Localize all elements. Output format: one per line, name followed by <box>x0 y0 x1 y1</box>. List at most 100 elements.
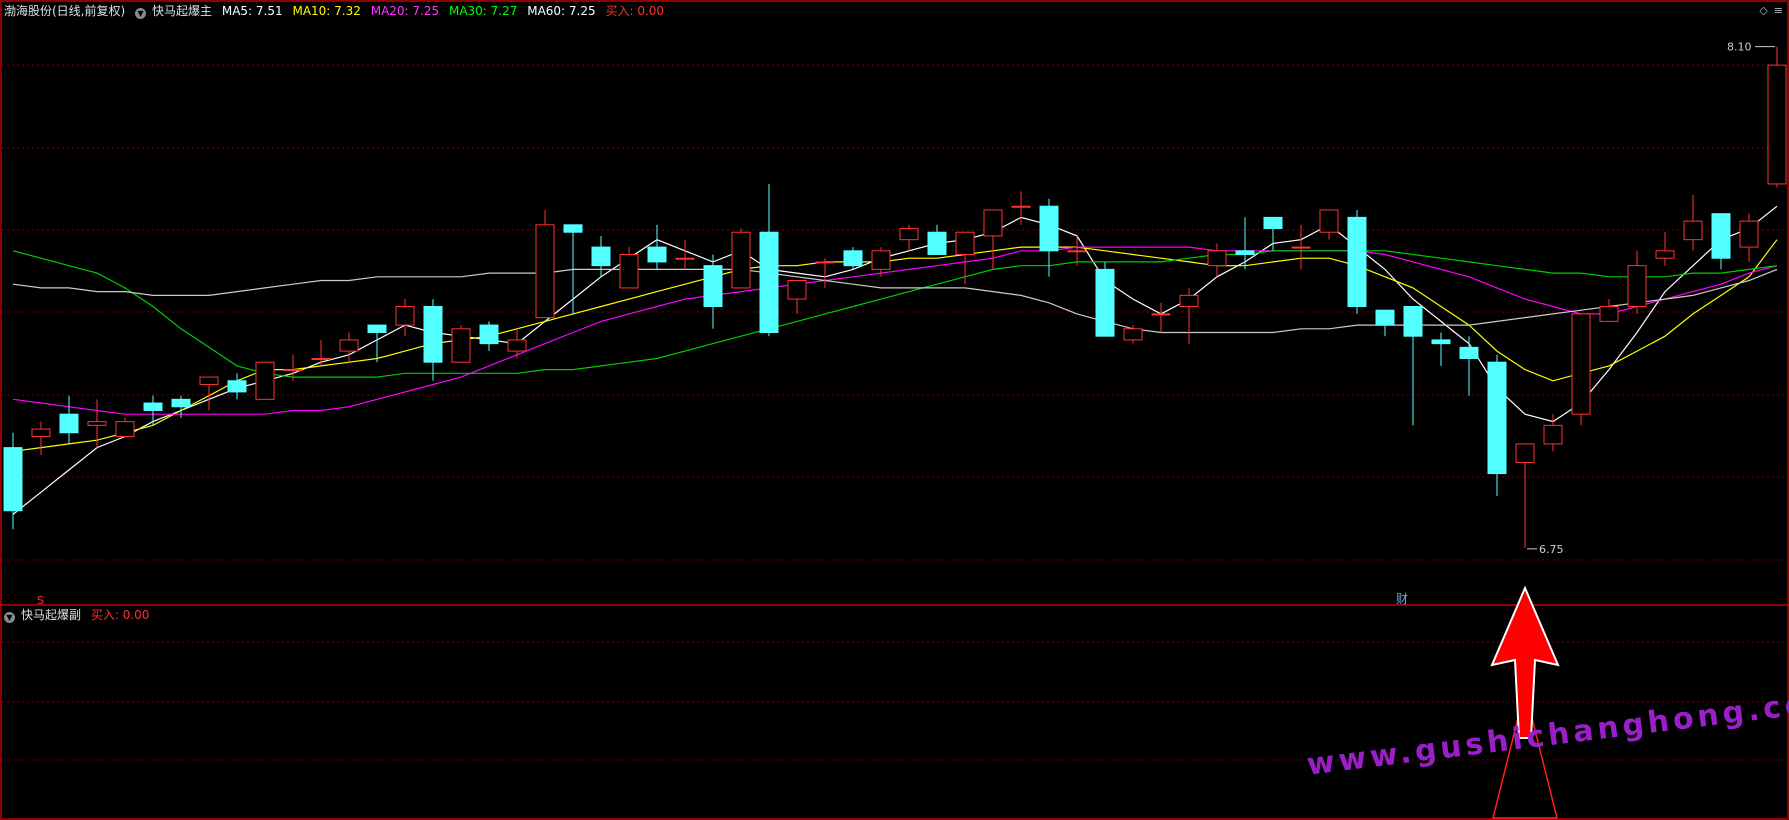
candle-body <box>703 265 723 307</box>
candle <box>1627 250 1647 314</box>
candle-body <box>199 376 219 385</box>
ma5-value: MA5: 7.51 <box>221 4 283 18</box>
ma-line-ma20 <box>12 246 1778 415</box>
candle <box>1151 302 1171 333</box>
candle <box>1319 209 1339 240</box>
candle <box>1291 224 1311 270</box>
candle-body <box>227 380 247 393</box>
candle-body <box>451 328 471 363</box>
candle <box>1375 309 1395 337</box>
candle <box>1739 213 1759 262</box>
candle-body <box>1151 313 1171 316</box>
candle <box>591 235 611 277</box>
candle <box>1599 299 1619 322</box>
candle-body <box>591 246 611 267</box>
candle-body <box>1263 216 1283 230</box>
ma-line-ma60 <box>12 268 1778 334</box>
kline-chart-canvas[interactable]: 8.10 6.75 S 财 <box>0 0 1789 820</box>
candle-body <box>283 369 303 372</box>
candle <box>1767 46 1787 188</box>
signal-s-marker: S <box>37 594 44 607</box>
candle <box>675 239 695 270</box>
candle-body <box>1291 246 1311 249</box>
diamond-icon[interactable]: ◇ <box>1759 4 1767 17</box>
main-indicator-name[interactable]: 快马起爆主 <box>152 4 212 18</box>
candle <box>451 325 471 363</box>
candle-body <box>1655 250 1675 259</box>
candle-body <box>1599 306 1619 322</box>
candle-body <box>87 421 107 426</box>
moving-average-lines <box>12 205 1778 515</box>
candle <box>1263 216 1283 251</box>
candle-body <box>1403 306 1423 337</box>
candle <box>1487 354 1507 496</box>
low-price-label: 6.75 <box>1539 543 1564 556</box>
candle-body <box>1235 250 1255 256</box>
candle-body <box>899 228 919 241</box>
ma-line-ma30 <box>12 250 1778 378</box>
candle-body <box>1095 268 1115 337</box>
candle <box>1011 191 1031 225</box>
sub-indicator-toggle-icon[interactable]: ▼ <box>4 612 15 623</box>
candle-body <box>731 231 751 289</box>
candle-body <box>1571 313 1591 415</box>
candle-body <box>479 324 499 345</box>
candle-body <box>143 402 163 411</box>
candle <box>507 328 527 359</box>
candle-body <box>1739 220 1759 248</box>
candle-body <box>3 447 23 512</box>
menu-icon[interactable]: ≡ <box>1774 4 1783 17</box>
candle <box>955 231 975 285</box>
ma30-value: MA30: 7.27 <box>448 4 518 18</box>
ma-line-ma5 <box>12 205 1778 515</box>
candle <box>1711 213 1731 270</box>
candle <box>1403 306 1423 426</box>
corner-controls: ◇ ≡ <box>1753 4 1783 17</box>
main-chart-header: 渤海股份(日线,前复权) ▼ 快马起爆主 MA5: 7.51 MA10: 7.32… <box>4 4 670 19</box>
candle-body <box>955 231 975 256</box>
candle <box>1235 217 1255 270</box>
candle <box>59 395 79 444</box>
candle <box>1571 313 1591 426</box>
candle-body <box>843 250 863 267</box>
chart-annotations: 8.10 6.75 S 财 <box>37 41 1775 607</box>
candle-body <box>423 306 443 363</box>
buy-signal-value: 买入: 0.00 <box>605 4 665 18</box>
stock-title[interactable]: 渤海股份(日线,前复权) <box>4 4 125 18</box>
candle-body <box>507 339 527 352</box>
ma20-value: MA20: 7.25 <box>370 4 440 18</box>
red-arrow-icon <box>1490 585 1560 739</box>
sub-buy-signal-value: 买入: 0.00 <box>90 608 150 622</box>
candle-body <box>395 306 415 326</box>
candle <box>843 247 863 270</box>
candle <box>1095 261 1115 337</box>
candle <box>647 224 667 270</box>
candle <box>311 339 331 366</box>
candle <box>255 361 275 400</box>
ma60-value: MA60: 7.25 <box>527 4 596 18</box>
candle-body <box>535 224 555 319</box>
candle-body <box>367 324 387 333</box>
candle-body <box>59 413 79 434</box>
candle <box>199 376 219 411</box>
candle <box>1123 325 1143 344</box>
candle-body <box>675 257 695 260</box>
candle <box>731 228 751 289</box>
candle <box>899 224 919 251</box>
candle-body <box>927 231 947 256</box>
candle <box>3 432 23 530</box>
high-price-label: 8.10 <box>1727 41 1752 54</box>
candle <box>1459 336 1479 396</box>
candle <box>759 183 779 337</box>
candle <box>1683 195 1703 251</box>
candle-body <box>1487 361 1507 475</box>
candle-body <box>1683 220 1703 241</box>
candle <box>983 209 1003 270</box>
candle-body <box>619 254 639 289</box>
indicator-toggle-icon[interactable]: ▼ <box>135 8 147 19</box>
candle <box>535 209 555 319</box>
candle <box>703 254 723 329</box>
candle-body <box>1543 424 1563 445</box>
candle-body <box>647 246 667 263</box>
sub-indicator-name[interactable]: 快马起爆副 <box>21 608 81 622</box>
